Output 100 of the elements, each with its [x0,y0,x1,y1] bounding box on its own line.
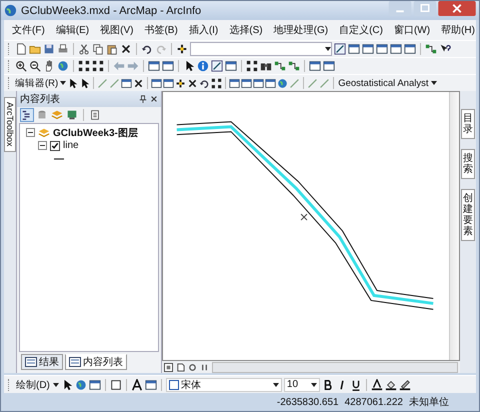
side-tab[interactable]: 搜索 [461,149,475,179]
window-icon[interactable] [144,378,157,390]
pan-icon[interactable] [43,60,55,72]
info-icon[interactable] [197,60,209,72]
menu-item[interactable]: 帮助(H) [441,23,475,37]
add-data-icon[interactable] [176,43,188,55]
list-by-drawing-order-button[interactable] [21,109,33,121]
monitor-icon[interactable] [66,109,78,121]
data-view-button[interactable] [164,362,173,372]
window-icon[interactable] [309,60,321,72]
delete-icon[interactable] [120,43,132,55]
cut-icon[interactable] [78,43,90,55]
window-icon[interactable] [225,60,237,72]
window-icon[interactable] [323,60,335,72]
globe-icon[interactable] [57,60,69,72]
font-icon [168,380,179,390]
window-icon[interactable] [348,43,360,55]
menu-item[interactable]: 文件(F) [12,23,45,37]
window-icon[interactable] [253,78,264,88]
cross-icon[interactable] [175,78,186,88]
side-tab[interactable]: ArcToolbox [4,97,16,152]
text-tool-icon[interactable] [130,378,143,390]
menu-item[interactable]: 选择(S) [229,23,263,37]
caret-icon[interactable] [430,81,436,85]
menu-item[interactable]: 视图(V) [100,23,134,37]
cursor-cross-icon [300,214,308,221]
fill-color-icon[interactable] [384,378,397,390]
vertical-scrollbar[interactable] [449,92,459,360]
underline-icon[interactable] [350,378,362,390]
line-symbol-icon [54,156,64,160]
cross-icon[interactable] [133,78,144,88]
drawing-menu[interactable]: 绘制(D) [15,378,51,392]
extension-menu[interactable]: Geostatistical Analyst [337,78,430,88]
menu-item[interactable]: 窗口(W) [394,23,430,37]
caret-icon[interactable] [52,382,59,386]
undo-icon[interactable] [141,43,153,55]
connector-icon[interactable] [425,43,437,55]
menu-item[interactable]: 自定义(C) [339,23,383,37]
window-icon[interactable] [151,78,162,88]
grid-icon[interactable] [246,60,258,72]
caret-icon[interactable] [310,382,317,386]
window-icon[interactable] [241,78,252,88]
line-color-icon[interactable] [398,378,411,390]
pin-icon[interactable] [139,95,147,103]
cross-icon[interactable] [187,78,198,88]
rectangle-icon[interactable] [110,378,122,390]
window-icon[interactable] [404,43,416,55]
layer-group-name[interactable]: GClubWeek3-图层 [53,126,138,140]
caret-icon[interactable] [272,382,279,386]
pause-icon[interactable] [200,362,209,372]
side-tab[interactable]: 目录 [461,109,475,139]
panel-title: 内容列表 [20,92,61,106]
collapse-toggle[interactable] [26,128,35,137]
x-coordinate: -2635830.651 [276,396,339,408]
panel-tab[interactable]: 内容列表 [65,354,127,370]
menu-item[interactable]: 编辑(E) [56,23,90,37]
close-icon[interactable] [150,95,158,103]
layer-name[interactable]: line [63,140,79,151]
horizontal-scrollbar[interactable] [212,362,458,372]
collapse-toggle[interactable] [38,141,47,150]
caret-icon[interactable] [325,47,331,51]
caret-icon[interactable] [60,81,66,85]
font-color-icon[interactable] [370,378,383,390]
save-icon[interactable] [43,43,55,55]
editor-menu[interactable]: 编辑器(R) [14,76,60,90]
close-button[interactable] [438,1,476,16]
window-title: GClubWeek3.mxd - ArcMap - ArcInfo [21,4,202,16]
window-icon[interactable] [265,78,276,88]
window-icon[interactable] [390,43,402,55]
pencil-icon[interactable] [211,60,223,72]
window-icon[interactable] [229,78,240,88]
font-dropdown[interactable]: 宋体 [166,378,282,392]
side-tab[interactable]: 创建要素 [461,189,475,241]
open-folder-icon[interactable] [29,43,41,55]
pointer-icon[interactable] [67,78,78,88]
paste-icon[interactable] [106,43,118,55]
zoom-in-icon[interactable] [15,60,27,72]
font-size-dropdown[interactable]: 10 [284,378,320,392]
print-icon[interactable] [57,43,69,55]
copy-icon[interactable] [92,43,104,55]
list-icon [69,357,81,367]
new-document-icon[interactable] [15,43,27,55]
map-units: 未知单位 [409,396,449,409]
list-icon [25,357,37,367]
editing-tool-icon[interactable] [334,43,346,55]
bold-icon[interactable] [322,378,334,390]
window-icon[interactable] [376,43,388,55]
menu-item[interactable]: 插入(I) [188,23,218,37]
pointer-icon[interactable] [79,78,90,88]
zoom-out-icon[interactable] [29,60,41,72]
globe-icon [4,4,17,17]
options-icon[interactable] [89,109,101,121]
window-icon[interactable] [362,43,374,55]
menu-item[interactable]: 书签(B) [144,23,178,37]
panel-tab[interactable]: 结果 [21,354,63,370]
window-icon[interactable] [163,78,174,88]
layer-checkbox[interactable] [50,140,60,150]
refresh-icon[interactable] [188,362,197,372]
window-icon[interactable] [88,378,101,390]
menu-item[interactable]: 地理处理(G) [274,23,328,37]
